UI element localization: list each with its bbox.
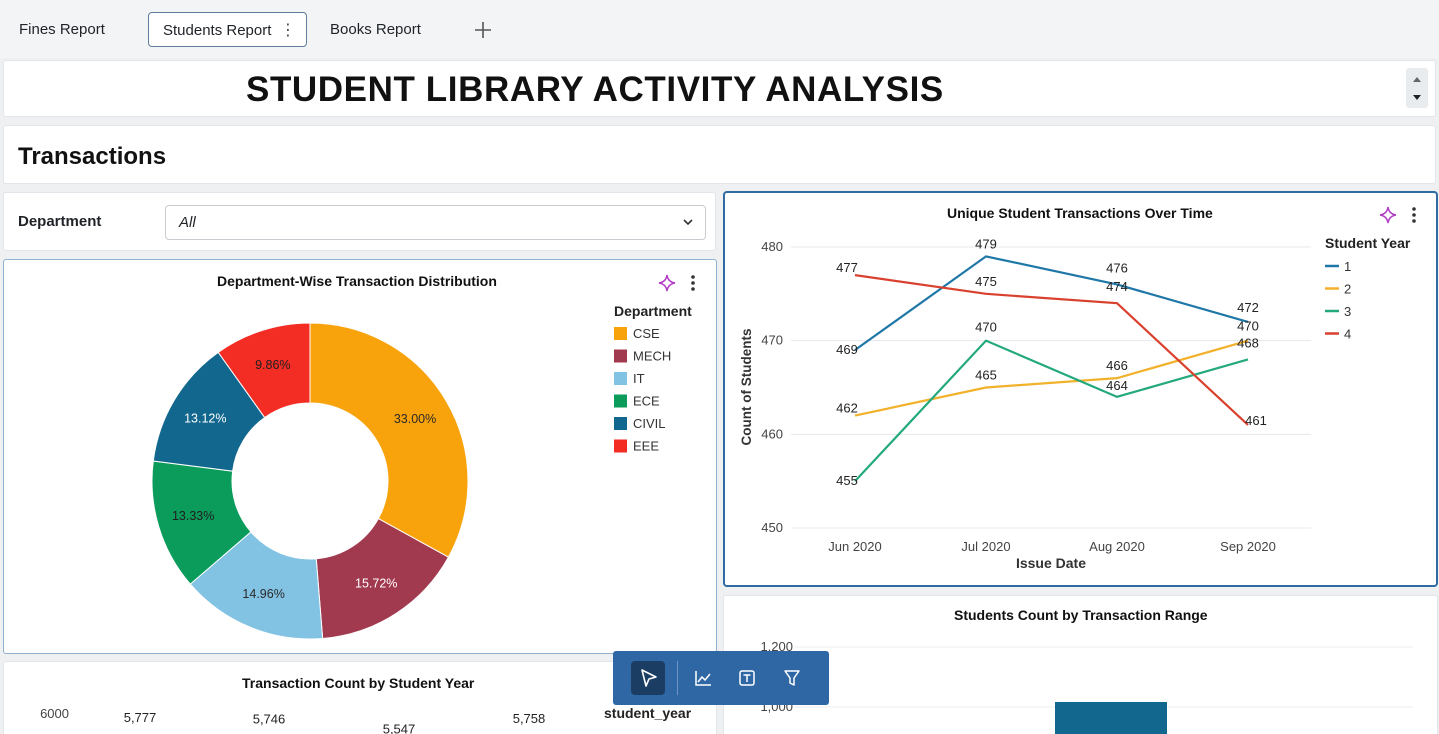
chevron-down-icon bbox=[683, 219, 693, 226]
donut-data-label: 33.00% bbox=[394, 412, 436, 426]
x-tick-label: Aug 2020 bbox=[1089, 539, 1145, 554]
add-text-button[interactable] bbox=[730, 661, 764, 695]
department-select-value: All bbox=[179, 214, 196, 231]
tab-kebab-menu-icon[interactable]: ⋮ bbox=[280, 13, 296, 48]
filter-icon bbox=[784, 670, 800, 686]
department-select[interactable]: All bbox=[165, 205, 706, 240]
donut-slice-cse bbox=[309, 322, 469, 558]
y-tick-label: 460 bbox=[761, 426, 783, 441]
donut-data-label: 14.96% bbox=[242, 587, 284, 601]
legend-label-it: IT bbox=[633, 371, 645, 386]
toolbar-divider bbox=[677, 661, 678, 695]
legend-swatch-ece bbox=[614, 394, 627, 408]
data-label: 475 bbox=[975, 274, 997, 289]
legend-label-cse: CSE bbox=[633, 326, 660, 341]
x-tick-label: Jul 2020 bbox=[961, 539, 1010, 554]
data-label: 464 bbox=[1106, 378, 1128, 393]
data-label: 462 bbox=[836, 401, 858, 416]
department-filter-label: Department bbox=[18, 213, 102, 230]
series-line-year-3 bbox=[854, 339, 1249, 482]
year-bar-chart: 6000 5,777 5,746 5,547 5,758 student_year bbox=[40, 705, 692, 734]
select-pointer-button[interactable] bbox=[631, 661, 665, 695]
data-label: 465 bbox=[975, 368, 997, 383]
y-tick-label: 470 bbox=[761, 333, 783, 348]
data-label: 461 bbox=[1245, 413, 1267, 428]
donut-data-label: 13.12% bbox=[184, 411, 226, 425]
donut-data-label: 13.33% bbox=[172, 509, 214, 523]
legend-swatch-civil bbox=[614, 417, 627, 430]
tab-students-report[interactable]: Students Report ⋮ bbox=[148, 12, 307, 47]
legend-label-year-2: 2 bbox=[1344, 282, 1351, 297]
title-scroll-control[interactable] bbox=[1406, 68, 1428, 108]
line-legend-title: Student Year bbox=[1325, 235, 1411, 251]
section-title: Transactions bbox=[18, 143, 167, 170]
x-tick-label: Jun 2020 bbox=[828, 539, 882, 554]
bar-value-label: 5,758 bbox=[513, 711, 546, 726]
data-label: 466 bbox=[1106, 358, 1128, 373]
y-tick-label: 480 bbox=[761, 239, 783, 254]
add-chart-button[interactable] bbox=[686, 661, 720, 695]
data-label: 469 bbox=[836, 342, 858, 357]
data-label: 470 bbox=[1237, 319, 1259, 334]
legend-swatch-mech bbox=[614, 349, 627, 363]
data-label: 472 bbox=[1237, 300, 1259, 315]
legend-label-ece: ECE bbox=[633, 394, 660, 409]
legend-swatch-eee bbox=[614, 439, 627, 453]
bar-legend-title: student_year bbox=[604, 705, 692, 721]
bar-value-label: 5,547 bbox=[383, 722, 416, 734]
data-label: 455 bbox=[836, 473, 858, 488]
line-chart: 450 460 470 480 Jun 2020 Jul 2020 Aug 2020 Sep … bbox=[739, 235, 1411, 571]
legend-label-mech: MECH bbox=[633, 349, 671, 364]
legend-label-year-3: 3 bbox=[1344, 304, 1351, 319]
tab-label: Fines Report bbox=[19, 21, 105, 38]
bar-value-label: 5,746 bbox=[253, 712, 286, 727]
donut-legend-title: Department bbox=[614, 303, 692, 319]
add-filter-button[interactable] bbox=[775, 661, 809, 695]
line-chart-icon bbox=[695, 671, 711, 686]
tab-books-report[interactable]: Books Report bbox=[316, 12, 435, 47]
tab-label: Students Report bbox=[163, 22, 272, 39]
y-axis-label: Count of Students bbox=[739, 329, 754, 446]
data-label: 477 bbox=[836, 260, 858, 275]
select-pointer-icon bbox=[641, 669, 657, 687]
floating-toolbar bbox=[613, 651, 829, 705]
data-label: 479 bbox=[975, 236, 997, 251]
add-tab-icon[interactable] bbox=[470, 12, 496, 47]
donut-data-label: 15.72% bbox=[355, 576, 397, 590]
donut-data-label: 9.86% bbox=[255, 358, 290, 372]
section-panel bbox=[3, 125, 1436, 184]
y-tick-label: 6000 bbox=[40, 706, 69, 721]
legend-label-year-4: 4 bbox=[1344, 327, 1351, 342]
data-label: 476 bbox=[1106, 260, 1128, 275]
data-label: 474 bbox=[1106, 279, 1128, 294]
legend-label-year-1: 1 bbox=[1344, 259, 1351, 274]
data-label: 470 bbox=[975, 320, 997, 335]
report-tab-bar: Fines Report Students Report ⋮ Books Rep… bbox=[0, 0, 1439, 58]
range-bar-chart: 1,2001,000 bbox=[760, 639, 1413, 734]
scroll-arrows-icon bbox=[1413, 77, 1421, 100]
x-tick-label: Sep 2020 bbox=[1220, 539, 1276, 554]
y-tick-label: 450 bbox=[761, 520, 783, 535]
tab-label: Books Report bbox=[330, 21, 421, 38]
donut-chart: 33.00% 15.72% 14.96% 13.33% 13.12% 9.86% Depar… bbox=[151, 303, 692, 640]
data-label: 468 bbox=[1237, 335, 1259, 350]
tab-fines-report[interactable]: Fines Report bbox=[5, 12, 119, 47]
page-title: STUDENT LIBRARY ACTIVITY ANALYSIS bbox=[246, 70, 944, 109]
text-box-icon bbox=[739, 670, 755, 686]
x-axis-label: Issue Date bbox=[1016, 555, 1086, 571]
bar-value-label: 5,777 bbox=[124, 710, 157, 725]
legend-swatch-it bbox=[614, 372, 627, 385]
legend-label-eee: EEE bbox=[633, 439, 659, 454]
legend-swatch-cse bbox=[614, 327, 627, 340]
series-line-year-1 bbox=[854, 255, 1249, 351]
series-line-year-2 bbox=[854, 339, 1249, 417]
legend-label-civil: CIVIL bbox=[633, 416, 666, 431]
range-bar bbox=[1055, 702, 1167, 734]
